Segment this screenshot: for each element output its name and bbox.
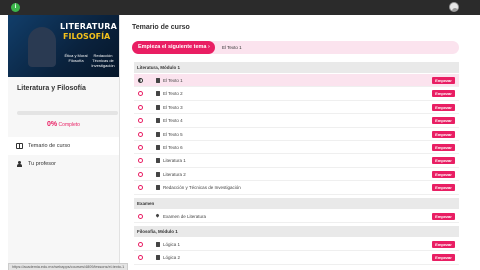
start-lesson-button[interactable]: Empezar xyxy=(432,254,455,262)
progress-percent: 0% xyxy=(47,121,58,128)
not-started-status-icon xyxy=(138,131,143,137)
lesson-title[interactable]: El Texto 3 xyxy=(163,101,183,114)
document-icon xyxy=(156,185,160,191)
lesson-row[interactable]: El Texto 2 Empezar xyxy=(134,87,459,101)
document-icon xyxy=(156,255,160,261)
section-header: Literatura, Módulo 1 xyxy=(134,62,459,73)
document-icon xyxy=(156,145,160,150)
lesson-row[interactable]: Literatura 2 Empezar xyxy=(134,168,459,182)
start-lesson-button[interactable]: Empezar xyxy=(432,130,455,138)
document-icon xyxy=(156,158,160,164)
start-lesson-button[interactable]: Empezar xyxy=(432,212,455,220)
next-lesson-bar: Empieza el siguiente tema › El Texto 1 xyxy=(132,41,459,54)
lesson-title[interactable]: Examen de Literatura xyxy=(163,210,206,223)
document-icon xyxy=(156,171,160,177)
lesson-title[interactable]: El Texto 5 xyxy=(163,128,183,141)
not-started-status-icon xyxy=(138,145,143,150)
pin-icon xyxy=(155,212,160,218)
course-banner: LITERATURA FILOSOFÍA Ética y Moral Filos… xyxy=(8,15,119,77)
start-next-topic-button[interactable]: Empieza el siguiente tema › xyxy=(132,41,215,54)
not-started-status-icon xyxy=(138,104,143,110)
section-header: Examen xyxy=(134,197,459,209)
lesson-title[interactable]: Lógica 2 xyxy=(163,251,180,264)
progress-suffix: Completo xyxy=(58,122,80,128)
status-bar-url: https://academia.edu.mx/webapps/courses/… xyxy=(8,263,129,270)
lesson-title[interactable]: Lógica 1 xyxy=(163,238,180,251)
lesson-title[interactable]: El Texto 4 xyxy=(163,114,183,127)
start-lesson-button[interactable]: Empezar xyxy=(432,103,455,111)
lesson-row[interactable]: El Texto 3 Empezar xyxy=(134,101,459,115)
banner-subtitle-etica: Ética y Moral Filosofía xyxy=(64,53,88,63)
not-started-status-icon xyxy=(138,118,143,124)
sidebar-item-profesor[interactable]: Tu profesor xyxy=(8,155,119,173)
progress-bar xyxy=(17,111,118,115)
start-lesson-button[interactable]: Empezar xyxy=(432,170,455,178)
document-icon xyxy=(156,118,160,124)
banner-subtitle-redaccion: Redacción Técnicas de Investigación xyxy=(91,53,115,68)
banner-title-literatura: LITERATURA xyxy=(60,22,118,31)
lesson-row[interactable]: Redacción y Técnicas de Investigación Emp… xyxy=(134,181,459,195)
lesson-row[interactable]: El Texto 1 Empezar xyxy=(134,74,459,88)
section-header: Filosofía, Módulo 1 xyxy=(134,226,459,237)
not-started-status-icon xyxy=(138,242,143,247)
start-lesson-button[interactable]: Empezar xyxy=(432,241,455,248)
lesson-row[interactable]: El Texto 4 Empezar xyxy=(134,114,459,128)
sidebar-item-label: Temario de curso xyxy=(28,143,71,149)
app-logo-icon[interactable]: i xyxy=(11,3,20,12)
document-icon xyxy=(156,104,160,110)
in-progress-status-icon xyxy=(138,78,143,83)
lesson-row[interactable]: Examen de Literatura Empezar xyxy=(134,210,459,223)
start-lesson-button[interactable]: Empezar xyxy=(432,77,455,84)
lesson-row[interactable]: Lógica 2 Empezar xyxy=(134,251,459,265)
page-title: Temario de curso xyxy=(132,24,190,31)
lesson-title[interactable]: Literatura 1 xyxy=(163,154,186,167)
user-icon xyxy=(16,161,23,167)
start-lesson-button[interactable]: Empezar xyxy=(432,157,455,165)
sidebar-nav: Temario de curso Tu profesor xyxy=(8,137,119,173)
progress-text: 0% Completo xyxy=(8,121,119,128)
lesson-title[interactable]: Literatura 2 xyxy=(163,168,186,181)
not-started-status-icon xyxy=(138,171,143,177)
banner-title-filosofia: FILOSOFÍA xyxy=(63,32,111,41)
start-lesson-button[interactable]: Empezar xyxy=(432,184,455,192)
not-started-status-icon xyxy=(138,185,143,191)
start-lesson-button[interactable]: Empezar xyxy=(432,117,455,125)
lesson-row[interactable]: El Texto 5 Empezar xyxy=(134,128,459,141)
lesson-title[interactable]: El Texto 2 xyxy=(163,87,183,100)
top-bar: i xyxy=(0,0,480,15)
lesson-row[interactable]: El Texto 6 Empezar xyxy=(134,141,459,155)
sidebar: LITERATURA FILOSOFÍA Ética y Moral Filos… xyxy=(8,15,119,270)
document-icon xyxy=(156,78,160,83)
document-icon xyxy=(156,131,160,137)
user-avatar[interactable] xyxy=(449,2,459,12)
lesson-title[interactable]: El Texto 6 xyxy=(163,141,183,154)
banner-instructor-image xyxy=(28,27,56,67)
book-icon xyxy=(16,143,23,149)
not-started-status-icon xyxy=(138,213,143,219)
start-lesson-button[interactable]: Empezar xyxy=(432,90,455,98)
document-icon xyxy=(156,242,160,247)
next-lesson-name: El Texto 1 xyxy=(222,45,242,50)
start-lesson-button[interactable]: Empezar xyxy=(432,144,455,151)
main-content: Temario de curso Empieza el siguiente te… xyxy=(120,15,480,270)
course-title: Literatura y Filosofía xyxy=(17,85,86,92)
lesson-title[interactable]: Redacción y Técnicas de Investigación xyxy=(163,181,241,194)
sidebar-item-label: Tu profesor xyxy=(28,161,56,167)
lesson-row[interactable]: Lógica 1 Empezar xyxy=(134,238,459,252)
not-started-status-icon xyxy=(138,158,143,164)
not-started-status-icon xyxy=(138,255,143,261)
lesson-row[interactable]: Literatura 1 Empezar xyxy=(134,154,459,168)
lesson-title[interactable]: El Texto 1 xyxy=(163,74,183,87)
sidebar-item-temario[interactable]: Temario de curso xyxy=(8,137,119,155)
not-started-status-icon xyxy=(138,91,143,97)
document-icon xyxy=(156,91,160,97)
